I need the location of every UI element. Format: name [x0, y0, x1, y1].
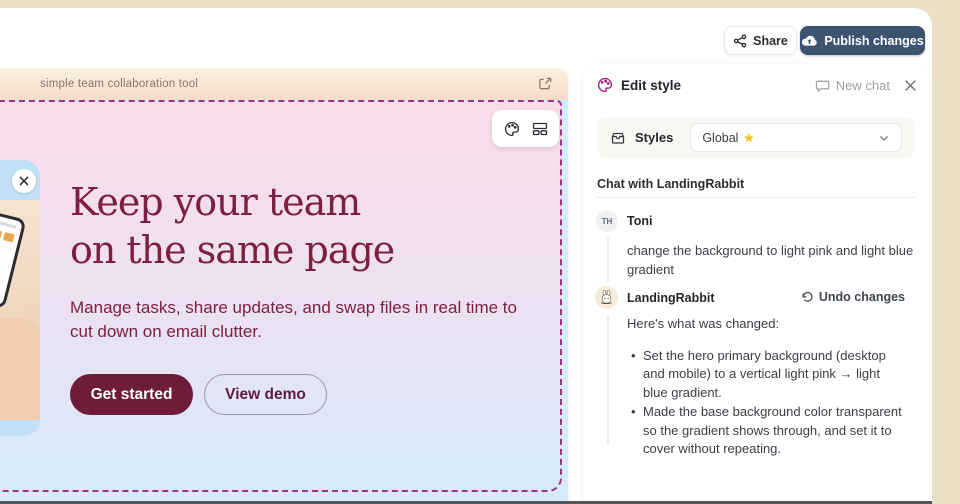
hero-subtitle: Manage tasks, share updates, and swap fi… [70, 296, 518, 343]
hero-media-card [0, 160, 40, 436]
assistant-intro: Here's what was changed: [627, 315, 923, 334]
user-name: Toni [627, 214, 652, 228]
view-demo-button[interactable]: View demo [204, 374, 327, 415]
publish-changes-button[interactable]: Publish changes [800, 26, 925, 55]
close-panel-icon[interactable] [904, 79, 917, 92]
share-button[interactable]: Share [724, 26, 797, 55]
changes-list: Set the hero primary background (desktop… [627, 347, 923, 459]
styles-value: Global [702, 131, 738, 145]
thread-line [607, 315, 609, 445]
styles-selector-row: Styles Global ★ [597, 117, 915, 158]
new-chat-label: New chat [836, 78, 890, 93]
site-title: simple team collaboration tool [40, 78, 198, 90]
panel-title: Edit style [621, 78, 681, 93]
layout-sections-icon[interactable] [532, 121, 548, 137]
panel-header: Edit style New chat [583, 64, 929, 106]
open-external-icon[interactable] [538, 76, 554, 92]
chat-heading: Chat with LandingRabbit [597, 177, 744, 191]
share-icon [733, 34, 747, 48]
cloud-upload-icon [801, 34, 818, 47]
share-label: Share [753, 34, 788, 48]
app-window: Share Publish changes simple team collab… [0, 0, 960, 504]
chat-bubble-icon [815, 78, 830, 93]
styles-label: Styles [635, 130, 673, 145]
undo-label: Undo changes [819, 290, 905, 304]
assistant-name: LandingRabbit [627, 291, 715, 305]
user-avatar: TH [596, 210, 618, 232]
divider [597, 197, 915, 198]
hero-heading-line1: Keep your team [70, 178, 394, 226]
change-item: Set the hero primary background (desktop… [643, 347, 905, 403]
assistant-avatar [595, 286, 618, 309]
new-chat-button[interactable]: New chat [815, 78, 890, 93]
site-preview-panel: simple team collaboration tool [0, 68, 568, 504]
hero-cta-row: Get started View demo [70, 374, 327, 415]
hero-heading: Keep your team on the same page [70, 178, 394, 274]
thread-line [607, 238, 609, 282]
chevron-down-icon [878, 132, 890, 144]
assistant-message: Here's what was changed: Set the hero pr… [627, 315, 923, 460]
close-icon[interactable] [12, 169, 36, 193]
styles-drawer-icon [610, 130, 626, 146]
hand-shape [0, 318, 40, 420]
undo-icon [801, 291, 814, 304]
star-icon: ★ [743, 131, 754, 145]
undo-changes-button[interactable]: Undo changes [801, 290, 905, 304]
get-started-button[interactable]: Get started [70, 374, 193, 415]
change-item: Made the base background color transpare… [643, 403, 905, 459]
styles-global-dropdown[interactable]: Global ★ [690, 123, 902, 152]
preview-header-bar: simple team collaboration tool [0, 68, 568, 100]
hand-phone-photo [0, 200, 40, 420]
section-toolbar [492, 110, 559, 147]
user-message: change the background to light pink and … [627, 241, 919, 279]
publish-label: Publish changes [824, 34, 923, 48]
style-palette-icon[interactable] [504, 121, 520, 137]
hero-heading-line2: on the same page [70, 226, 394, 274]
phone-shape [0, 211, 27, 309]
edit-style-panel: Edit style New chat [583, 64, 929, 504]
palette-icon [597, 77, 613, 93]
hero-section-selected[interactable]: Keep your team on the same page Manage t… [0, 100, 562, 492]
